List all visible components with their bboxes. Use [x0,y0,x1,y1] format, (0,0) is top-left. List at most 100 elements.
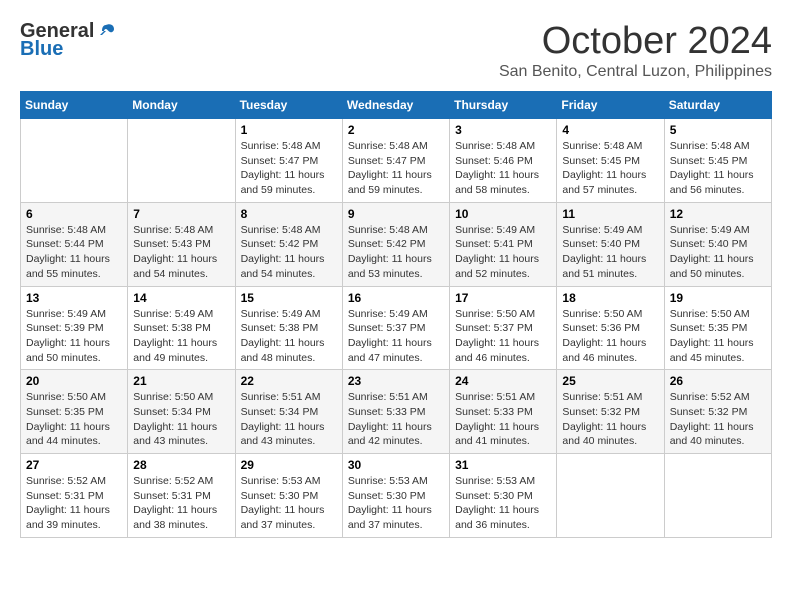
calendar-cell: 12Sunrise: 5:49 AM Sunset: 5:40 PM Dayli… [664,202,771,286]
day-info: Sunrise: 5:48 AM Sunset: 5:44 PM Dayligh… [26,223,122,282]
day-number: 11 [562,207,658,221]
day-of-week-header: Wednesday [342,92,449,119]
day-number: 5 [670,123,766,137]
calendar-cell [21,119,128,203]
day-info: Sunrise: 5:49 AM Sunset: 5:37 PM Dayligh… [348,307,444,366]
logo: General Blue [20,20,116,60]
day-number: 1 [241,123,337,137]
day-number: 3 [455,123,551,137]
calendar-cell: 21 Sunrise: 5:50 AM Sunset: 5:34 PM Dayli… [128,370,235,454]
calendar-cell: 6 Sunrise: 5:48 AM Sunset: 5:44 PM Daylig… [21,202,128,286]
calendar-table: SundayMondayTuesdayWednesdayThursdayFrid… [20,91,772,538]
location-subtitle: San Benito, Central Luzon, Philippines [499,63,772,81]
day-of-week-header: Sunday [21,92,128,119]
calendar-cell: 14 Sunrise: 5:49 AM Sunset: 5:38 PM Dayli… [128,286,235,370]
calendar-cell: 1Sunrise: 5:48 AM Sunset: 5:47 PM Daylig… [235,119,342,203]
day-number: 20 [26,374,122,388]
day-number: 6 [26,207,122,221]
day-number: 8 [241,207,337,221]
calendar-cell: 2Sunrise: 5:48 AM Sunset: 5:47 PM Daylig… [342,119,449,203]
day-number: 18 [562,291,658,305]
day-number: 30 [348,458,444,472]
day-info: Sunrise: 5:53 AM Sunset: 5:30 PM Dayligh… [348,474,444,533]
calendar-cell: 30 Sunrise: 5:53 AM Sunset: 5:30 PM Dayli… [342,454,449,538]
day-number: 15 [241,291,337,305]
day-info: Sunrise: 5:50 AM Sunset: 5:34 PM Dayligh… [133,390,229,449]
calendar-cell [128,119,235,203]
calendar-cell: 25 Sunrise: 5:51 AM Sunset: 5:32 PM Dayli… [557,370,664,454]
day-info: Sunrise: 5:49 AM Sunset: 5:39 PM Dayligh… [26,307,122,366]
calendar-cell: 10 Sunrise: 5:49 AM Sunset: 5:41 PM Dayli… [450,202,557,286]
day-of-week-header: Thursday [450,92,557,119]
page-header: General Blue October 2024 San Benito, Ce… [20,20,772,81]
bird-icon [96,21,116,41]
day-number: 31 [455,458,551,472]
day-number: 27 [26,458,122,472]
day-info: Sunrise: 5:51 AM Sunset: 5:33 PM Dayligh… [455,390,551,449]
logo-general: General [20,20,94,42]
calendar-cell: 7 Sunrise: 5:48 AM Sunset: 5:43 PM Daylig… [128,202,235,286]
calendar-cell [664,454,771,538]
day-number: 25 [562,374,658,388]
day-number: 28 [133,458,229,472]
calendar-week-row: 27 Sunrise: 5:52 AM Sunset: 5:31 PM Dayli… [21,454,772,538]
day-number: 4 [562,123,658,137]
day-info: Sunrise: 5:50 AM Sunset: 5:37 PM Dayligh… [455,307,551,366]
day-of-week-header: Saturday [664,92,771,119]
calendar-cell: 29 Sunrise: 5:53 AM Sunset: 5:30 PM Dayli… [235,454,342,538]
day-info: Sunrise: 5:49 AM Sunset: 5:38 PM Dayligh… [133,307,229,366]
day-info: Sunrise: 5:49 AM Sunset: 5:41 PM Dayligh… [455,223,551,282]
day-number: 2 [348,123,444,137]
calendar-cell: 17 Sunrise: 5:50 AM Sunset: 5:37 PM Dayli… [450,286,557,370]
calendar-cell: 19Sunrise: 5:50 AM Sunset: 5:35 PM Dayli… [664,286,771,370]
calendar-cell: 15 Sunrise: 5:49 AM Sunset: 5:38 PM Dayli… [235,286,342,370]
day-number: 16 [348,291,444,305]
calendar-cell: 3 Sunrise: 5:48 AM Sunset: 5:46 PM Daylig… [450,119,557,203]
day-info: Sunrise: 5:52 AM Sunset: 5:32 PM Dayligh… [670,390,766,449]
day-info: Sunrise: 5:48 AM Sunset: 5:45 PM Dayligh… [670,139,766,198]
day-info: Sunrise: 5:49 AM Sunset: 5:38 PM Dayligh… [241,307,337,366]
day-of-week-header: Tuesday [235,92,342,119]
day-info: Sunrise: 5:52 AM Sunset: 5:31 PM Dayligh… [26,474,122,533]
day-number: 14 [133,291,229,305]
calendar-cell: 18 Sunrise: 5:50 AM Sunset: 5:36 PM Dayli… [557,286,664,370]
day-info: Sunrise: 5:51 AM Sunset: 5:33 PM Dayligh… [348,390,444,449]
calendar-week-row: 1Sunrise: 5:48 AM Sunset: 5:47 PM Daylig… [21,119,772,203]
day-of-week-header: Friday [557,92,664,119]
day-info: Sunrise: 5:49 AM Sunset: 5:40 PM Dayligh… [562,223,658,282]
day-info: Sunrise: 5:51 AM Sunset: 5:32 PM Dayligh… [562,390,658,449]
day-number: 17 [455,291,551,305]
calendar-cell: 13 Sunrise: 5:49 AM Sunset: 5:39 PM Dayli… [21,286,128,370]
calendar-cell: 5 Sunrise: 5:48 AM Sunset: 5:45 PM Daylig… [664,119,771,203]
day-number: 29 [241,458,337,472]
calendar-week-row: 13 Sunrise: 5:49 AM Sunset: 5:39 PM Dayli… [21,286,772,370]
month-title: October 2024 [499,20,772,63]
title-section: October 2024 San Benito, Central Luzon, … [499,20,772,81]
day-number: 7 [133,207,229,221]
day-info: Sunrise: 5:51 AM Sunset: 5:34 PM Dayligh… [241,390,337,449]
day-info: Sunrise: 5:48 AM Sunset: 5:46 PM Dayligh… [455,139,551,198]
day-number: 19 [670,291,766,305]
day-number: 22 [241,374,337,388]
day-info: Sunrise: 5:53 AM Sunset: 5:30 PM Dayligh… [455,474,551,533]
day-number: 9 [348,207,444,221]
calendar-cell: 9Sunrise: 5:48 AM Sunset: 5:42 PM Daylig… [342,202,449,286]
day-number: 10 [455,207,551,221]
day-info: Sunrise: 5:50 AM Sunset: 5:35 PM Dayligh… [26,390,122,449]
calendar-cell: 16 Sunrise: 5:49 AM Sunset: 5:37 PM Dayli… [342,286,449,370]
calendar-cell: 23 Sunrise: 5:51 AM Sunset: 5:33 PM Dayli… [342,370,449,454]
calendar-cell: 20 Sunrise: 5:50 AM Sunset: 5:35 PM Dayli… [21,370,128,454]
day-info: Sunrise: 5:50 AM Sunset: 5:36 PM Dayligh… [562,307,658,366]
day-number: 23 [348,374,444,388]
day-info: Sunrise: 5:48 AM Sunset: 5:43 PM Dayligh… [133,223,229,282]
calendar-week-row: 20 Sunrise: 5:50 AM Sunset: 5:35 PM Dayli… [21,370,772,454]
calendar-header-row: SundayMondayTuesdayWednesdayThursdayFrid… [21,92,772,119]
day-info: Sunrise: 5:53 AM Sunset: 5:30 PM Dayligh… [241,474,337,533]
calendar-cell: 11 Sunrise: 5:49 AM Sunset: 5:40 PM Dayli… [557,202,664,286]
day-number: 21 [133,374,229,388]
day-number: 13 [26,291,122,305]
day-number: 24 [455,374,551,388]
day-info: Sunrise: 5:52 AM Sunset: 5:31 PM Dayligh… [133,474,229,533]
calendar-cell: 24 Sunrise: 5:51 AM Sunset: 5:33 PM Dayli… [450,370,557,454]
day-number: 12 [670,207,766,221]
